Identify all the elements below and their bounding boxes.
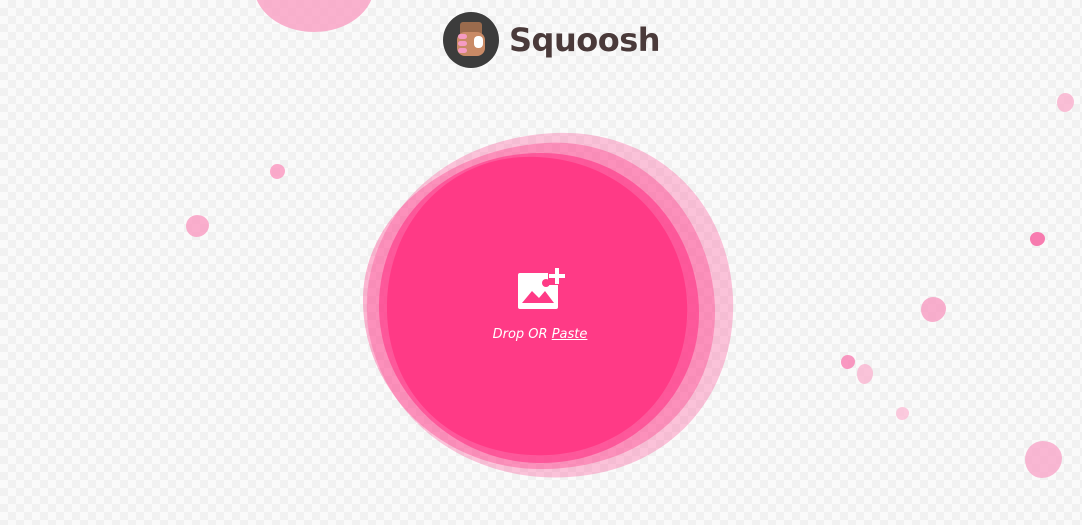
decorative-blob [857, 364, 873, 384]
decorative-blob [254, 0, 374, 32]
paste-link[interactable]: Paste [552, 327, 588, 342]
decorative-blob [270, 164, 285, 179]
decorative-blob [186, 215, 209, 237]
decorative-blob [1057, 93, 1074, 112]
app-header: Squoosh [443, 11, 661, 69]
drop-instructions: Drop OR Paste [355, 327, 725, 342]
decorative-blob [896, 407, 909, 420]
drop-label: Drop OR [492, 327, 548, 342]
decorative-blob [1025, 441, 1062, 478]
decorative-blob [1030, 232, 1045, 246]
add-image-icon [518, 267, 566, 309]
decorative-blob [841, 355, 855, 369]
app-title: Squoosh [509, 21, 661, 59]
squoosh-hand-logo-icon [443, 12, 499, 68]
decorative-blob [921, 297, 946, 322]
drop-zone-content: Drop OR Paste [355, 267, 725, 342]
file-drop-zone[interactable]: Drop OR Paste [355, 127, 735, 483]
